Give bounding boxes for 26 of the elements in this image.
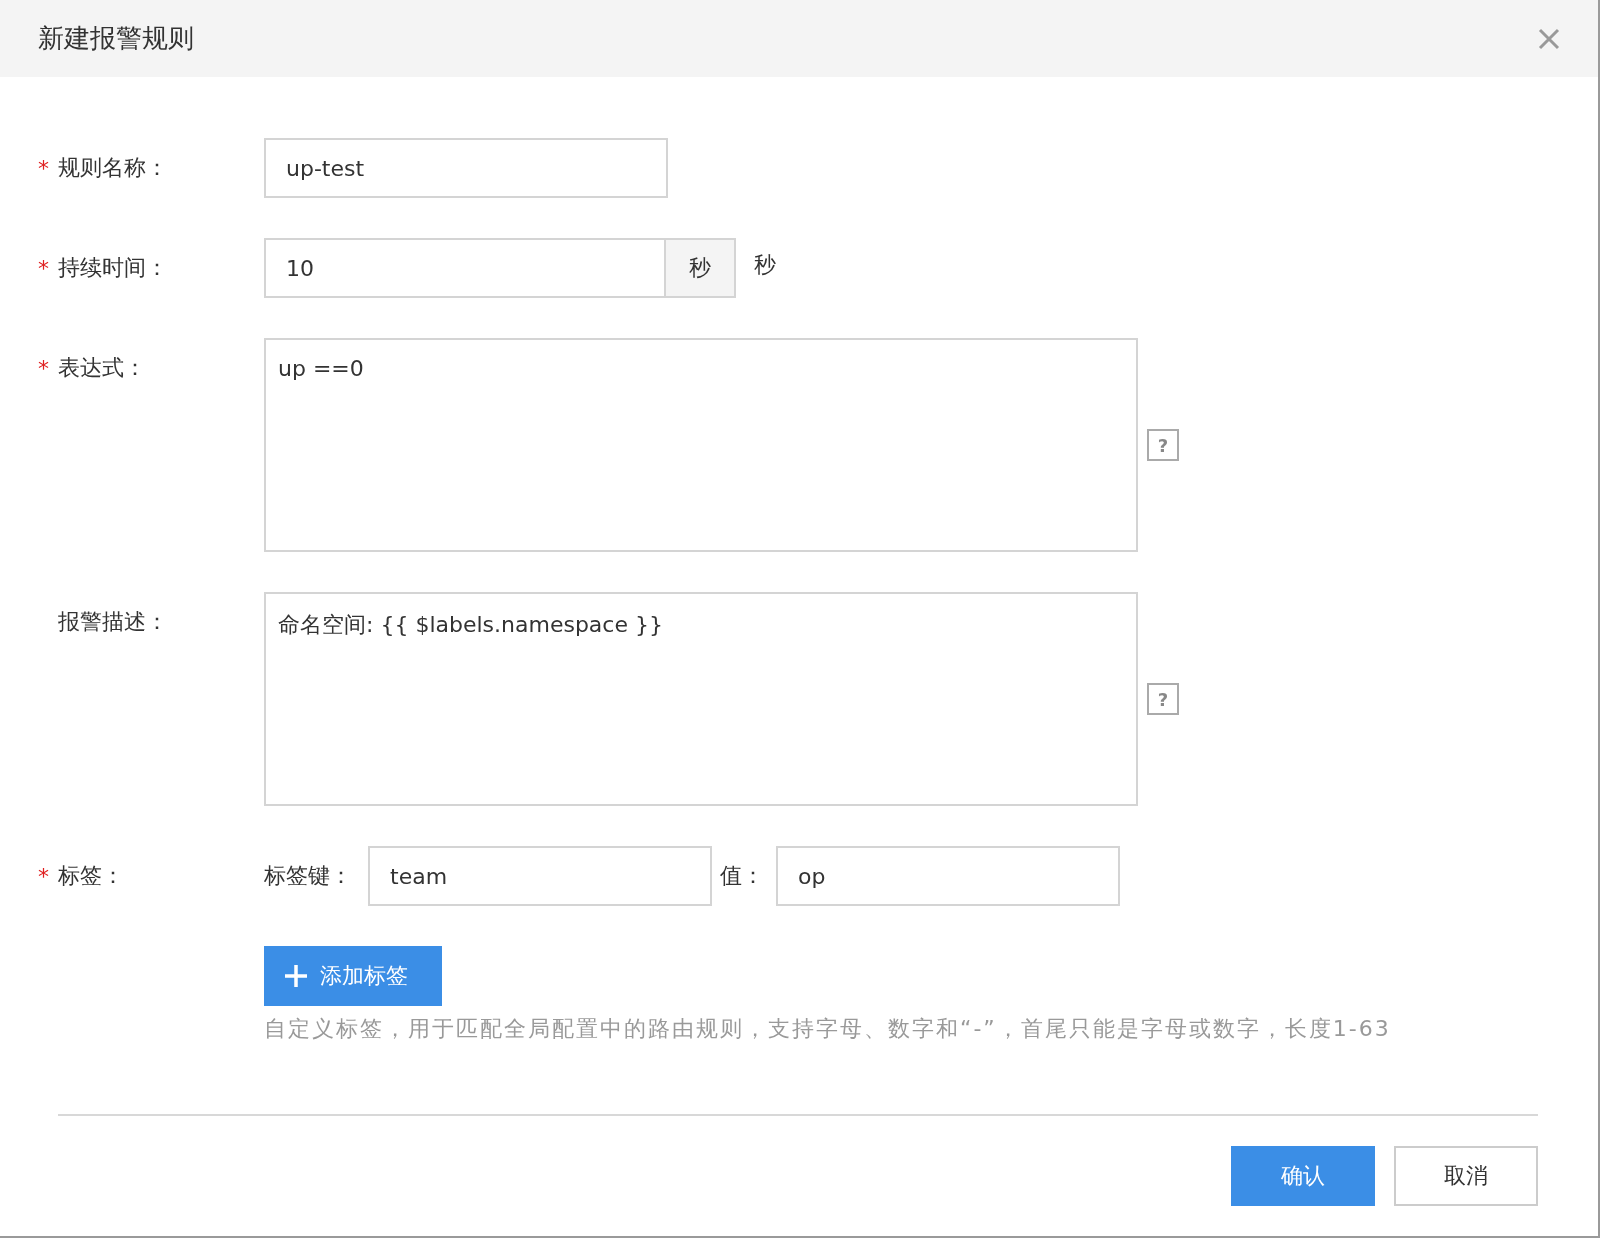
unit-addon: 秒 (666, 238, 736, 298)
dialog-title: 新建报警规则 (38, 22, 194, 55)
required-mark: * (38, 155, 50, 181)
field-label: 标签： (58, 862, 124, 890)
field-label: 表达式： (58, 354, 146, 382)
key-label: 标签键： (264, 862, 353, 890)
plus-icon (284, 964, 308, 988)
input-field[interactable]: op (776, 846, 1120, 906)
cancel-button[interactable]: 取消 (1394, 1146, 1538, 1206)
input-field[interactable]: team (368, 846, 712, 906)
required-mark: * (38, 863, 50, 889)
input-field[interactable]: up-test (264, 138, 668, 198)
textarea-field[interactable]: 命名空间: {{ $labels.namespace }} (264, 592, 1138, 806)
field-label: 规则名称： (58, 154, 168, 182)
textarea-field[interactable]: up ==0 (264, 338, 1138, 552)
field-label: 报警描述： (58, 608, 168, 636)
hint-text: 自定义标签，用于匹配全局配置中的路由规则，支持字母、数字和“-”，首尾只能是字母或数字，长度1-63 (264, 1015, 1391, 1043)
unit-label: 秒 (754, 251, 776, 279)
help-button[interactable]: ? (1147, 429, 1179, 461)
field-label: 持续时间： (58, 254, 168, 282)
required-mark: * (38, 355, 50, 381)
close-icon[interactable] (1538, 27, 1560, 50)
help-button[interactable]: ? (1147, 683, 1179, 715)
value-label: 值： (720, 862, 765, 890)
input-field[interactable]: 10 (264, 238, 666, 298)
required-mark: * (38, 255, 50, 281)
